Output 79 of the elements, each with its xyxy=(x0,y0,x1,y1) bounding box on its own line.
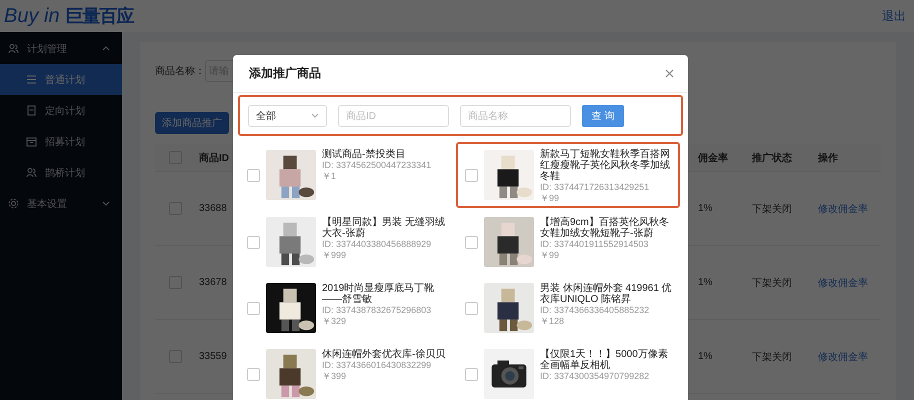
add-button[interactable]: 添加商品推广 xyxy=(155,112,229,134)
checkbox[interactable] xyxy=(465,368,478,380)
product-title: 新款马丁短靴女鞋秋季百搭网红瘦瘦靴子英伦风秋冬季加绒冬鞋 xyxy=(540,149,671,182)
product-card[interactable]: 【仅限1天！！】5000万像素全画幅单反相机 ID: 3374300354970799282 xyxy=(456,342,680,400)
checkbox[interactable] xyxy=(247,168,260,182)
input-field[interactable]: 商品ID xyxy=(338,104,449,126)
product-price: ￥999 xyxy=(322,250,348,261)
table-cell: 33678 xyxy=(199,277,227,288)
people-icon xyxy=(8,43,19,54)
caret-icon xyxy=(311,113,319,118)
product-title: 测试商品-禁投类目 xyxy=(322,149,406,160)
table-cell: 1% xyxy=(698,203,712,214)
product-title: 男装 休闲连帽外套 419961 优衣库UNIQLO 陈铭昇 xyxy=(540,283,673,305)
table-cell: 33559 xyxy=(199,351,227,362)
table-cell-text: 下架关闭 xyxy=(752,202,792,216)
checkbox[interactable] xyxy=(247,302,260,314)
product-card[interactable]: 2019时尚显瘦厚底马丁靴——舒雪敏 ID: 3374387832675296803 ￥329 xyxy=(238,276,454,340)
checkbox[interactable] xyxy=(247,236,260,248)
product-id: ID: 3374562500447233341 xyxy=(322,160,432,171)
nav-item[interactable]: 鹊桥计划 xyxy=(0,157,122,188)
product-title: 【明星同款】男装 无缝羽绒大衣-张蔚 xyxy=(322,217,446,239)
settings-icon xyxy=(8,198,19,209)
people-icon xyxy=(26,167,37,178)
logout-link[interactable]: 退出 xyxy=(882,8,906,24)
product-card[interactable]: 休闲连帽外套优衣库-徐贝贝 ID: 3374366016430832299 ￥399 xyxy=(238,342,454,400)
nav-group[interactable]: 计划管理 xyxy=(0,33,122,64)
dialog-title: 添加推广商品 xyxy=(249,65,321,82)
product-card[interactable]: 【增高9cm】百搭英伦风秋冬女鞋加绒女靴短靴子-张蔚 ID: 3374401911552914503 ￥99 xyxy=(456,210,680,274)
product-price: ￥399 xyxy=(322,371,348,382)
nav-group[interactable]: 基本设置 xyxy=(0,188,122,219)
nav-item[interactable]: 定向计划 xyxy=(0,95,122,126)
product-id: ID: 3374401911552914503 xyxy=(540,239,650,250)
checkbox[interactable] xyxy=(247,368,260,380)
search-button[interactable]: 查 询 xyxy=(582,104,624,126)
input-field[interactable]: 商品名称 xyxy=(460,104,571,126)
table-cell: 1% xyxy=(698,351,712,362)
logo-text: Buy in xyxy=(4,5,60,28)
product-card[interactable]: 【明星同款】男装 无缝羽绒大衣-张蔚 ID: 3374403380456888929 ￥999 xyxy=(238,210,454,274)
product-price: ￥99 xyxy=(540,250,560,261)
table-cell-text: 下架关闭 xyxy=(752,276,792,290)
checkbox[interactable] xyxy=(465,168,478,182)
table-cell: 1% xyxy=(698,277,712,288)
list-icon xyxy=(26,74,37,85)
product-id: ID: 3374366016430832299 xyxy=(322,360,432,371)
nav-item[interactable]: 普通计划 xyxy=(0,64,122,95)
product-id: ID: 3374366336405885232 xyxy=(540,305,650,316)
column-header: 商品ID xyxy=(199,151,229,164)
product-id: ID: 3374403380456888929 xyxy=(322,239,432,250)
category-select[interactable]: 全部 xyxy=(248,104,327,126)
product-card[interactable]: 新款马丁短靴女鞋秋季百搭网红瘦瘦靴子英伦风秋冬季加绒冬鞋 ID: 3374471726313429251 ￥99 xyxy=(456,142,680,208)
product-id: ID: 3374471726313429251 xyxy=(540,182,650,193)
product-price: ￥1 xyxy=(322,171,338,182)
product-price: ￥99 xyxy=(540,193,560,204)
product-price: ￥329 xyxy=(322,316,348,327)
product-id: ID: 3374387832675296803 xyxy=(322,305,432,316)
product-price: ￥128 xyxy=(540,316,566,327)
column-header: 佣金率 xyxy=(698,151,728,164)
table-cell: 33688 xyxy=(199,203,227,214)
field-label: 商品名称： xyxy=(155,64,205,78)
product-card[interactable]: 男装 休闲连帽外套 419961 优衣库UNIQLO 陈铭昇 ID: 3374366336405885232 ￥128 xyxy=(456,276,680,340)
checkbox[interactable] xyxy=(465,302,478,314)
column-header: 操作 xyxy=(818,152,838,164)
logo-text: 巨量百应 xyxy=(66,5,134,28)
product-title: 休闲连帽外套优衣库-徐贝贝 xyxy=(322,349,446,360)
edit-link[interactable]: 修改佣金率 xyxy=(818,350,868,364)
close-icon[interactable] xyxy=(665,69,674,78)
product-title: 【增高9cm】百搭英伦风秋冬女鞋加绒女靴短靴子-张蔚 xyxy=(540,217,670,239)
product-title: 2019时尚显瘦厚底马丁靴——舒雪敏 xyxy=(322,283,436,305)
calendar-icon xyxy=(26,136,37,147)
column-header: 推广状态 xyxy=(752,151,792,164)
edit-link[interactable]: 修改佣金率 xyxy=(818,202,868,216)
table-cell-text: 下架关闭 xyxy=(752,350,792,364)
product-title: 【仅限1天！！】5000万像素全画幅单反相机 xyxy=(540,349,669,371)
document-icon xyxy=(26,105,37,116)
checkbox[interactable] xyxy=(465,236,478,248)
nav-item[interactable]: 招募计划 xyxy=(0,126,122,157)
edit-link[interactable]: 修改佣金率 xyxy=(818,276,868,290)
product-id: ID: 3374300354970799282 xyxy=(540,371,650,382)
product-card[interactable]: 测试商品-禁投类目 ID: 3374562500447233341 ￥1 xyxy=(238,142,454,208)
